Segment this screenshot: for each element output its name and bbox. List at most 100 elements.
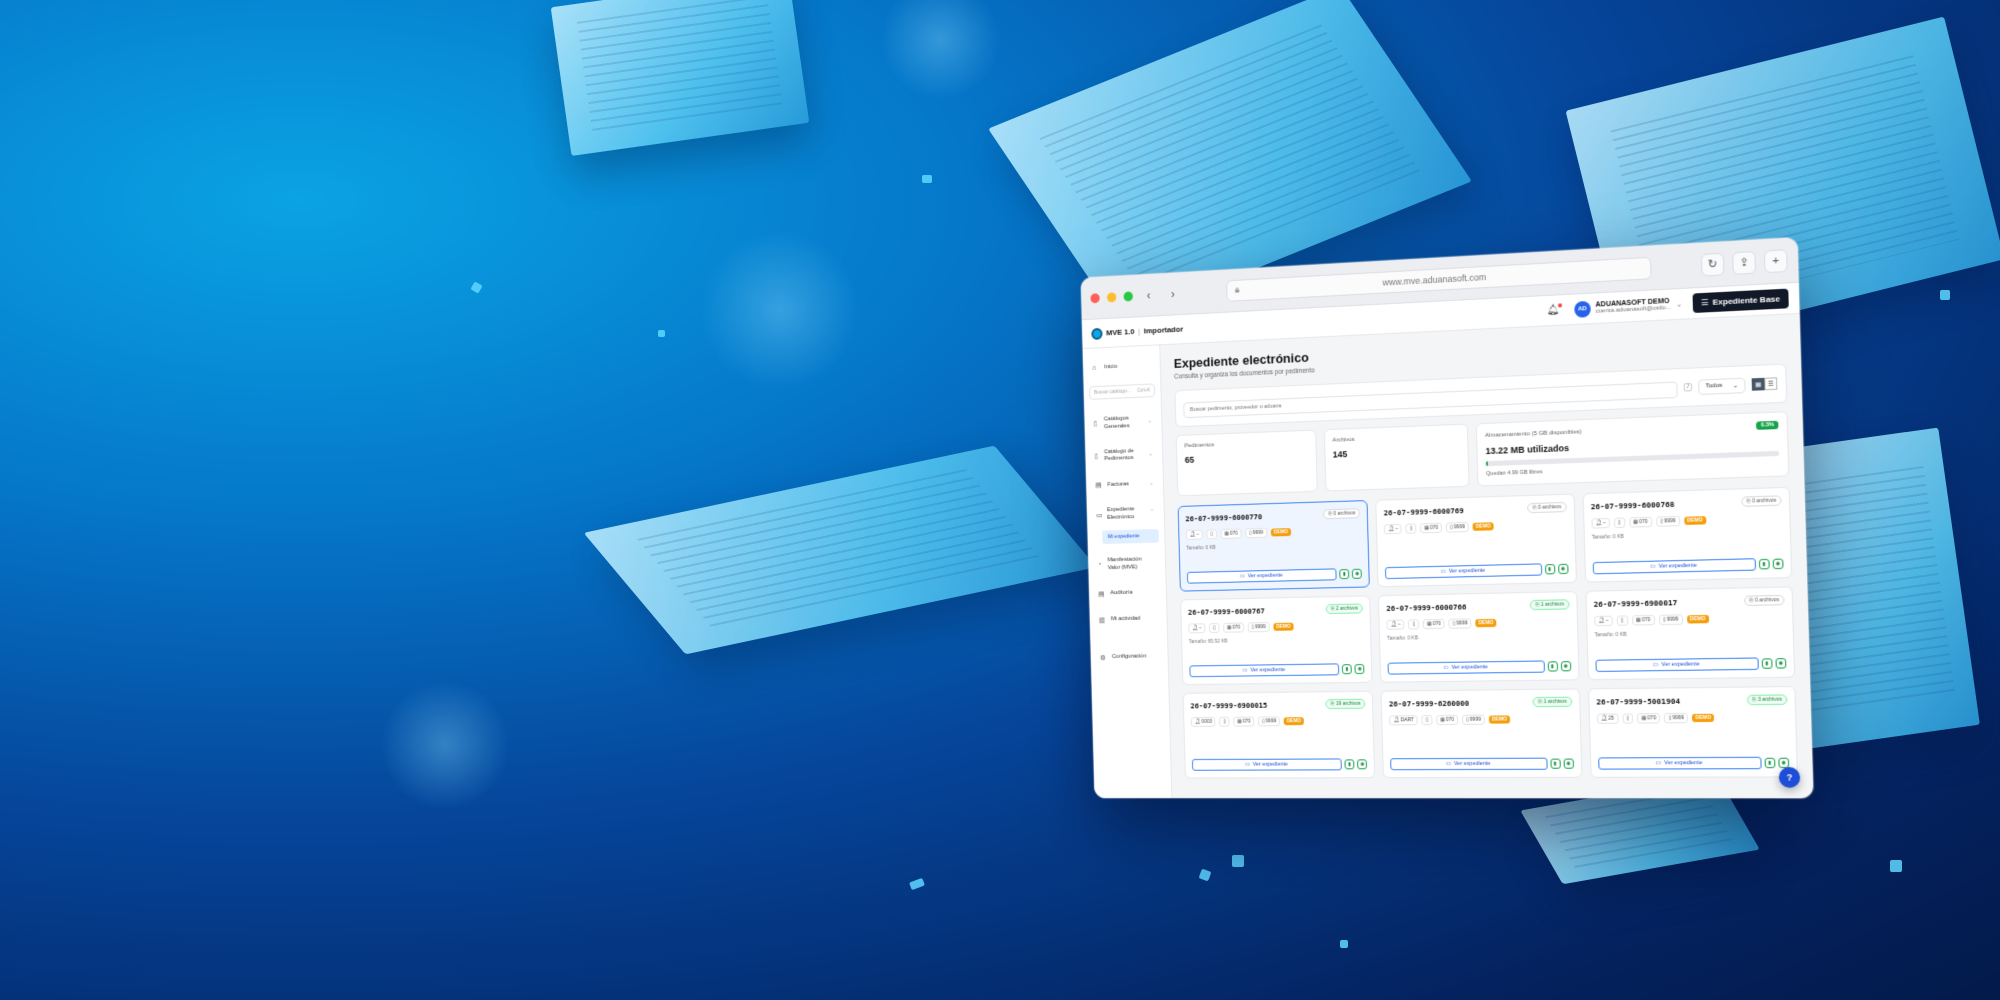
meta-value: 070	[1232, 625, 1240, 631]
pedimento-number: 26-07-9999-6000768	[1591, 499, 1675, 511]
view-toggle: ▦ ☰	[1752, 377, 1778, 390]
expediente-card[interactable]: 26-07-9999-6900017 ⎘ 0 archivos 👤︎ – ▯ ▦ 0…	[1585, 586, 1795, 680]
view-expediente-button[interactable]: ▭ Ver expediente	[1187, 568, 1337, 583]
upload-icon[interactable]: ▮	[1762, 658, 1773, 668]
sidebar-item-expediente-electronico[interactable]: ▭ Expediente Electrónico ⌃	[1092, 500, 1158, 529]
upload-icon[interactable]: ▮	[1547, 661, 1557, 671]
new-tab-icon[interactable]: +	[1764, 249, 1788, 273]
meta-aduana: ▦ 070	[1423, 619, 1445, 629]
share-user-icon[interactable]: ◉	[1775, 658, 1786, 669]
minimize-window-dot[interactable]	[1107, 292, 1116, 302]
share-user-icon[interactable]: ◉	[1357, 759, 1367, 769]
expediente-card[interactable]: 26-07-9999-6000769 ⎘ 0 archivos 👤︎ – ▯ ▦ 0…	[1376, 494, 1577, 588]
expediente-card[interactable]: 26-07-9999-6260000 ⎘ 1 archivos 👤︎ DART ▯…	[1381, 688, 1582, 778]
meta-aduana: ▦ 070	[1632, 615, 1655, 626]
share-user-icon[interactable]: ◉	[1563, 759, 1573, 769]
sidebar-search-input[interactable]: Buscar catálogo... Ctrl+K	[1089, 384, 1155, 400]
view-expediente-button[interactable]: ▭ Ver expediente	[1595, 657, 1759, 672]
view-expediente-button[interactable]: ▭ Ver expediente	[1385, 563, 1542, 579]
upload-icon[interactable]: ▮	[1342, 664, 1352, 674]
sidebar-item-catalogo-pedimentos[interactable]: ▯ Catálogo de Pedimentos ⌄	[1091, 441, 1157, 470]
folder-open-icon: ▭	[1443, 665, 1448, 671]
pedimento-number: 26-07-9999-6000770	[1185, 512, 1262, 523]
sidebar-item-mi-actividad[interactable]: ▥ Mi actividad	[1095, 609, 1161, 631]
list-view-icon[interactable]: ☰	[1764, 377, 1777, 390]
meta-aduana: ▦ 070	[1223, 623, 1244, 633]
sidebar-item-mve[interactable]: ◔ Manifestación Valor (MVE)	[1094, 550, 1160, 578]
share-user-icon[interactable]: ◉	[1561, 661, 1571, 671]
invoice-icon: ▤	[1095, 482, 1103, 491]
upload-icon[interactable]: ▮	[1765, 758, 1776, 768]
help-button[interactable]: ?	[1779, 767, 1801, 788]
files-count-badge: ⎘ 3 archivos	[1747, 694, 1788, 705]
card-actions: ▭ Ver expediente ▮ ◉	[1388, 660, 1571, 675]
back-icon[interactable]: ‹	[1140, 286, 1157, 304]
card-size	[1390, 730, 1573, 731]
files-count-badge: ⎘ 19 archivos	[1326, 699, 1366, 709]
expediente-card[interactable]: 26-07-9999-6000770 ⎘ 0 archivos 👤︎ – ▯ ▦ 0…	[1178, 500, 1371, 592]
app-brand[interactable]: MVE 1.0 | Importador	[1091, 323, 1183, 339]
search-input[interactable]	[1183, 382, 1678, 419]
meta-value: 0003	[1201, 719, 1212, 725]
zoom-window-dot[interactable]	[1123, 291, 1133, 301]
expediente-card[interactable]: 26-07-9999-6900015 ⎘ 19 archivos 👤︎ 0003 …	[1183, 691, 1376, 779]
value-icon: ◔	[1097, 561, 1103, 570]
view-expediente-button[interactable]: ▭ Ver expediente	[1592, 558, 1756, 574]
user-icon: 👤︎	[1393, 717, 1399, 723]
sidebar-item-auditoria[interactable]: ▤ Auditoría	[1094, 583, 1160, 605]
avatar: AD	[1574, 300, 1591, 317]
expediente-card[interactable]: 26-07-9999-6000768 ⎘ 0 archivos 👤︎ – ▯ ▦ 0…	[1582, 487, 1792, 583]
sidebar-item-catalogos-generales[interactable]: ▯ Catálogos Generales ⌄	[1090, 409, 1156, 438]
view-expediente-button[interactable]: ▭ Ver expediente	[1598, 757, 1762, 770]
flying-paper	[551, 0, 810, 156]
share-icon[interactable]: ⇪	[1732, 250, 1756, 274]
upload-icon[interactable]: ▮	[1759, 559, 1770, 570]
card-size: Tamaño: 0 KB	[1387, 633, 1570, 642]
pedimento-number: 26-07-9999-6260000	[1389, 698, 1469, 708]
share-user-icon[interactable]: ◉	[1352, 569, 1362, 579]
expediente-base-button[interactable]: ☰ Expediente Base	[1692, 289, 1789, 313]
demo-badge: DEMO	[1684, 516, 1706, 525]
expediente-card[interactable]: 26-07-9999-6000767 ⎘ 2 archivos 👤︎ – ▯ ▦ 0…	[1180, 595, 1373, 685]
expediente-card[interactable]: 26-07-9999-5001904 ⎘ 3 archivos 👤︎ 25 ▯ ▦…	[1588, 686, 1798, 778]
meta-aduana: ▦ 070	[1420, 523, 1442, 534]
meta-patente: ▯ 9999	[1248, 622, 1270, 632]
status-filter-select[interactable]: Todos ⌄	[1698, 377, 1746, 394]
upload-icon[interactable]: ▮	[1545, 564, 1555, 574]
upload-icon[interactable]: ▮	[1550, 759, 1560, 769]
upload-icon[interactable]: ▮	[1340, 569, 1350, 579]
sidebar-item-facturas[interactable]: ▤ Facturas ⌄	[1092, 474, 1158, 497]
meta-value: 9999	[1255, 624, 1266, 630]
grid-view-icon[interactable]: ▦	[1752, 378, 1765, 391]
user-icon: 👤︎	[1598, 618, 1605, 624]
card-meta-row: 👤︎ – ▯ ▦ 070 ▯ 9999 DEMO	[1188, 620, 1363, 633]
particle	[1232, 855, 1244, 867]
stat-value: 145	[1333, 445, 1460, 460]
sidebar-item-inicio[interactable]: ⌂ Inicio	[1088, 355, 1154, 378]
document-icon: ▯	[1621, 618, 1624, 624]
files-count-badge: ⎘ 2 archivos	[1326, 603, 1363, 614]
main-content: Expediente electrónico Consulta y organi…	[1160, 314, 1813, 798]
sidebar-subitem-mi-expediente[interactable]: Mi expediente	[1102, 529, 1159, 544]
view-expediente-button[interactable]: ▭ Ver expediente	[1388, 660, 1545, 674]
sidebar-item-configuracion[interactable]: ⚙ Configuración	[1096, 647, 1162, 668]
forward-icon[interactable]: ›	[1164, 284, 1181, 302]
view-expediente-button[interactable]: ▭ Ver expediente	[1390, 758, 1547, 771]
view-expediente-button[interactable]: ▭ Ver expediente	[1189, 663, 1339, 677]
share-user-icon[interactable]: ◉	[1773, 559, 1784, 570]
close-window-dot[interactable]	[1090, 293, 1099, 303]
reload-icon[interactable]: ↻	[1701, 252, 1725, 276]
app-body: ⌂ Inicio Buscar catálogo... Ctrl+K ▯ Cat…	[1083, 314, 1814, 798]
share-user-icon[interactable]: ◉	[1558, 564, 1568, 574]
user-icon: 👤︎	[1601, 716, 1608, 722]
user-menu[interactable]: AD ADUANASOFT DEMO cuenta.aduanasoft@ost…	[1574, 296, 1682, 318]
demo-badge: DEMO	[1273, 623, 1293, 631]
share-user-icon[interactable]: ◉	[1355, 664, 1365, 674]
expediente-card[interactable]: 26-07-9999-6000766 ⎘ 1 archivos 👤︎ – ▯ ▦ 0…	[1378, 591, 1579, 683]
paperclip-icon: ⎘	[1533, 505, 1537, 511]
view-expediente-button[interactable]: ▭ Ver expediente	[1192, 758, 1342, 770]
upload-icon[interactable]: ▮	[1345, 759, 1355, 769]
meta-document: ▯	[1617, 615, 1628, 625]
notification-bell-icon[interactable]: 🔔︎	[1547, 304, 1560, 316]
sidebar-search-shortcut: Ctrl+K	[1137, 388, 1150, 394]
